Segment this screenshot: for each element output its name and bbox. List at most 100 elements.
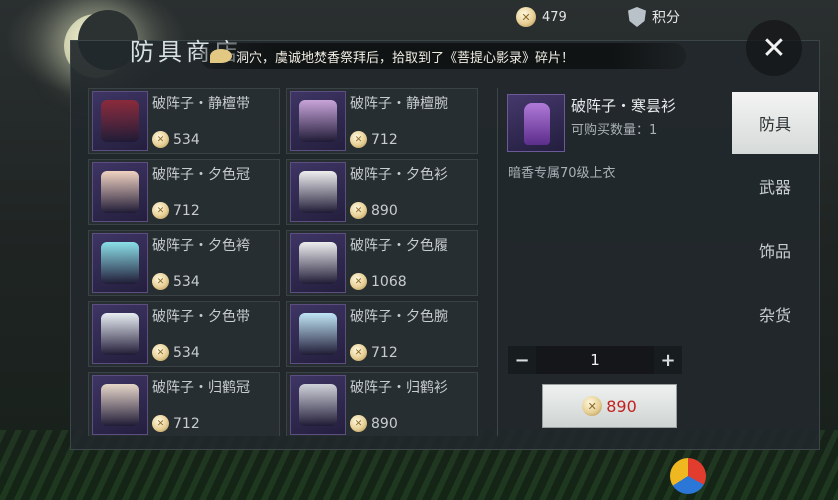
tab-3[interactable]: 杂货	[732, 282, 818, 346]
item-name: 破阵子・夕色衫	[350, 167, 448, 183]
shop-item[interactable]: 破阵子・夕色履 ✕ 1068	[286, 230, 478, 296]
tab-2[interactable]: 饰品	[732, 218, 818, 282]
item-image	[290, 375, 346, 435]
shop-item[interactable]: 破阵子・夕色冠 ✕ 712	[88, 159, 280, 225]
item-price: ✕ 712	[152, 415, 250, 432]
quantity-input[interactable]: 1	[536, 346, 654, 374]
item-name: 破阵子・静檀带	[152, 96, 250, 112]
crown-icon	[101, 171, 139, 213]
watermark-logo-icon	[670, 458, 706, 494]
belt-icon	[101, 100, 139, 142]
shop-item[interactable]: 破阵子・静檀腕 ✕ 712	[286, 88, 478, 154]
currency-value: 479	[542, 9, 567, 25]
shop-item[interactable]: 破阵子・夕色带 ✕ 534	[88, 301, 280, 367]
item-image	[92, 162, 148, 222]
currency-display: ✕ 479	[516, 4, 567, 30]
tab-1[interactable]: 武器	[732, 154, 818, 218]
coin-icon: ✕	[152, 344, 169, 361]
shop-item[interactable]: 破阵子・静檀带 ✕ 534	[88, 88, 280, 154]
crown-icon	[101, 384, 139, 426]
ticker-text: 洞穴，虞诚地焚香祭拜后，拾取到了《菩提心影录》碎片！	[236, 50, 575, 66]
shield-icon	[628, 7, 646, 27]
item-image	[92, 91, 148, 151]
system-message-ticker: 洞穴，虞诚地焚香祭拜后，拾取到了《菩提心影录》碎片！	[200, 43, 686, 69]
coin-icon: ✕	[350, 344, 367, 361]
detail-description: 暗香专属70级上衣	[508, 166, 616, 181]
ticker-bird-icon	[210, 49, 232, 63]
robe-icon	[524, 103, 550, 145]
coin-icon: ✕	[152, 131, 169, 148]
belt-icon	[101, 313, 139, 355]
coin-icon: ✕	[350, 131, 367, 148]
shop-item[interactable]: 破阵子・夕色衫 ✕ 890	[286, 159, 478, 225]
coin-icon: ✕	[152, 415, 169, 432]
detail-item-image	[507, 94, 565, 152]
buy-price: 890	[606, 396, 637, 416]
item-price-value: 712	[173, 202, 200, 219]
close-icon: ✕	[761, 30, 787, 66]
item-name: 破阵子・静檀腕	[350, 96, 448, 112]
item-image	[92, 375, 148, 435]
points-label: 积分	[652, 10, 680, 26]
item-price: ✕ 712	[350, 131, 448, 148]
item-price-value: 890	[371, 202, 398, 219]
item-price-value: 890	[371, 415, 398, 432]
item-price: ✕ 712	[152, 202, 250, 219]
watermark	[670, 458, 706, 494]
coin-icon: ✕	[350, 415, 367, 432]
panel-divider	[497, 88, 498, 436]
item-price-value: 1068	[371, 273, 407, 290]
coin-icon: ✕	[582, 396, 603, 416]
robe-icon	[299, 384, 337, 426]
item-name: 破阵子・归鹤冠	[152, 380, 250, 396]
item-name: 破阵子・归鹤衫	[350, 380, 448, 396]
item-image	[92, 233, 148, 293]
bracer-icon	[299, 313, 337, 355]
item-name: 破阵子・夕色袴	[152, 238, 250, 254]
item-price: ✕ 1068	[350, 273, 448, 290]
coin-icon: ✕	[350, 202, 367, 219]
item-name: 破阵子・夕色冠	[152, 167, 250, 183]
category-tabs: 防具 武器 饰品 杂货	[732, 92, 818, 346]
item-grid: 破阵子・静檀带 ✕ 534 破阵子・静檀腕 ✕ 712 破阵子・夕色冠 ✕ 712 破阵子・夕色衫…	[88, 88, 480, 436]
item-price-value: 534	[173, 131, 200, 148]
item-price: ✕ 890	[350, 415, 448, 432]
shop-item[interactable]: 破阵子・归鹤衫 ✕ 890	[286, 372, 478, 436]
item-image	[290, 162, 346, 222]
item-name: 破阵子・夕色腕	[350, 309, 448, 325]
item-price-value: 712	[371, 131, 398, 148]
item-price: ✕ 534	[152, 131, 250, 148]
tab-0[interactable]: 防具	[732, 92, 818, 154]
points-display[interactable]: 积分	[628, 4, 680, 30]
item-price: ✕ 890	[350, 202, 448, 219]
trousers-icon	[101, 242, 139, 284]
item-price: ✕ 534	[152, 273, 250, 290]
item-image	[290, 304, 346, 364]
shop-item[interactable]: 破阵子・夕色袴 ✕ 534	[88, 230, 280, 296]
item-image	[92, 304, 148, 364]
buy-button[interactable]: ✕ 890	[542, 384, 677, 428]
shop-item[interactable]: 破阵子・夕色腕 ✕ 712	[286, 301, 478, 367]
boots-icon	[299, 242, 337, 284]
coin-icon: ✕	[152, 273, 169, 290]
item-name: 破阵子・夕色履	[350, 238, 448, 254]
close-button[interactable]: ✕	[746, 20, 802, 76]
coin-icon: ✕	[152, 202, 169, 219]
bracer-icon	[299, 100, 337, 142]
item-price-value: 534	[173, 273, 200, 290]
coin-icon: ✕	[350, 273, 367, 290]
item-price-value: 534	[173, 344, 200, 361]
item-price: ✕ 712	[350, 344, 448, 361]
item-price-value: 712	[173, 415, 200, 432]
increase-quantity-button[interactable]: +	[654, 346, 682, 374]
detail-item-name: 破阵子・寒昙衫	[571, 97, 677, 115]
coin-icon: ✕	[516, 7, 536, 27]
shop-item[interactable]: 破阵子・归鹤冠 ✕ 712	[88, 372, 280, 436]
item-image	[290, 91, 346, 151]
detail-purchasable-qty: 可购买数量：1	[571, 123, 658, 138]
item-price-value: 712	[371, 344, 398, 361]
quantity-stepper: − 1 +	[508, 346, 682, 374]
robe-icon	[299, 171, 337, 213]
decrease-quantity-button[interactable]: −	[508, 346, 536, 374]
item-name: 破阵子・夕色带	[152, 309, 250, 325]
